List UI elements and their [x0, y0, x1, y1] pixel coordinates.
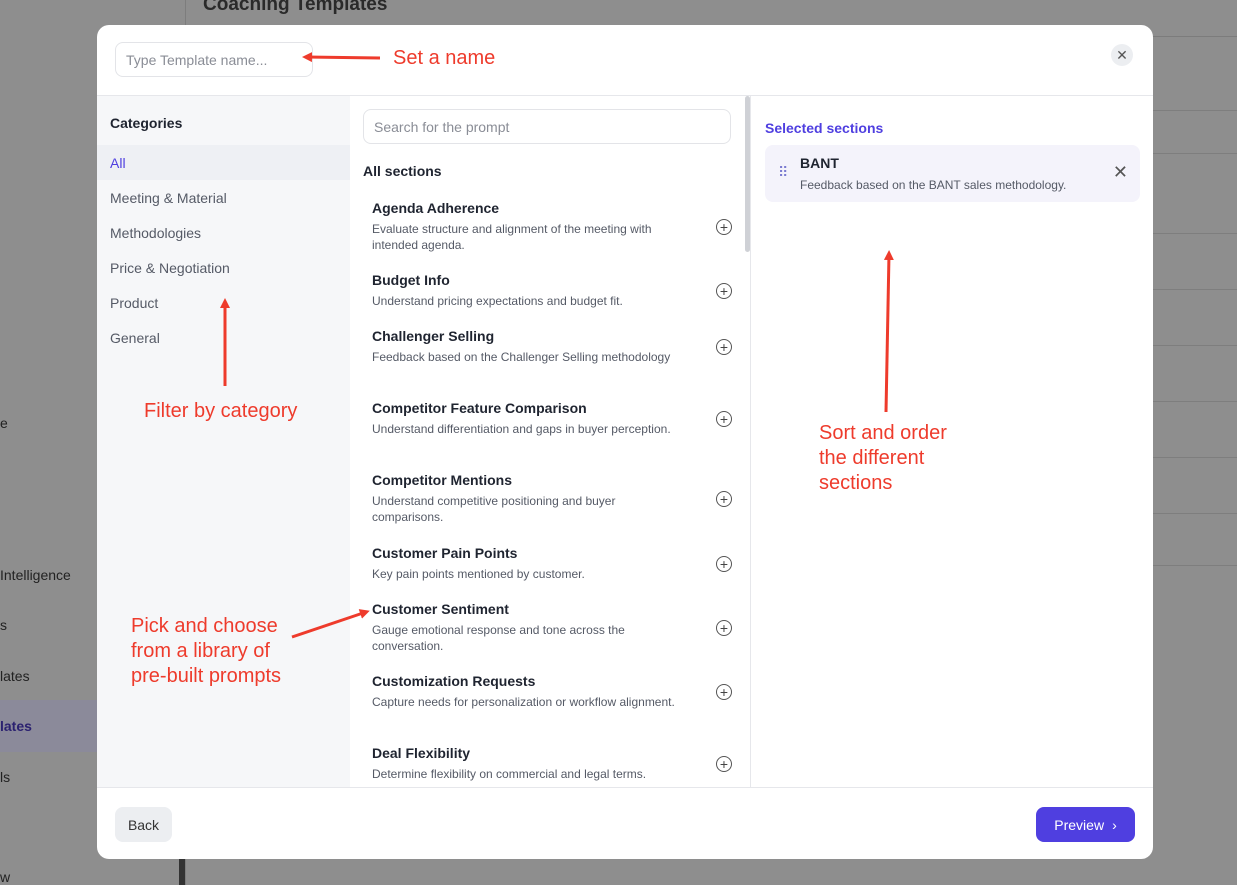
prompt-item-challenger-selling[interactable]: Challenger Selling Feedback based on the…: [372, 328, 742, 365]
prompt-item-customer-pain-points[interactable]: Customer Pain Points Key pain points men…: [372, 545, 742, 582]
table-row-divider: [1153, 289, 1237, 290]
add-circle-icon[interactable]: +: [716, 619, 732, 636]
close-icon: ✕: [1116, 46, 1128, 63]
prompt-item-customization-requests[interactable]: Customization Requests Capture needs for…: [372, 673, 742, 710]
sidebar-item: s: [0, 617, 7, 633]
table-row-divider: [1153, 110, 1237, 111]
prompt-item-budget-info[interactable]: Budget Info Understand pricing expectati…: [372, 272, 742, 309]
prompt-description: Key pain points mentioned by customer.: [372, 567, 585, 581]
add-circle-icon[interactable]: +: [716, 683, 732, 700]
sidebar-scrollbar: [179, 855, 185, 885]
selected-item-bant[interactable]: ⠿ BANT Feedback based on the BANT sales …: [765, 145, 1140, 202]
annotation-set-name: Set a name: [393, 47, 496, 69]
prompt-item-agenda-adherence[interactable]: Agenda Adherence Evaluate structure and …: [372, 200, 742, 253]
preview-button[interactable]: Preview ›: [1036, 807, 1135, 842]
table-row-divider: [1153, 513, 1237, 514]
annotation-sort: Sort and order the different sections: [819, 422, 947, 494]
selected-item-title: BANT: [800, 155, 839, 171]
category-methodologies[interactable]: Methodologies: [97, 215, 350, 250]
drag-handle-icon[interactable]: ⠿: [778, 165, 788, 179]
table-row-divider: [1153, 565, 1237, 566]
add-circle-icon[interactable]: +: [716, 555, 732, 572]
prompt-description: Feedback based on the Challenger Selling…: [372, 350, 671, 364]
close-button[interactable]: ✕: [1111, 44, 1133, 66]
prompt-title: Customization Requests: [372, 673, 536, 689]
add-circle-icon[interactable]: +: [716, 410, 732, 427]
sidebar-item: lates: [0, 668, 30, 684]
category-product[interactable]: Product: [97, 285, 350, 320]
modal-header: ✕: [97, 25, 1153, 96]
add-circle-icon[interactable]: +: [716, 490, 732, 507]
category-all[interactable]: All: [97, 145, 350, 180]
table-row-divider: [1153, 457, 1237, 458]
prompt-title: Competitor Mentions: [372, 472, 512, 488]
page-title: Coaching Templates: [203, 0, 388, 15]
prompt-description: Understand competitive positioning and b…: [372, 494, 616, 524]
sidebar-item: e: [0, 415, 8, 431]
prompt-title: Customer Pain Points: [372, 545, 518, 561]
table-row-divider: [1153, 345, 1237, 346]
sidebar-item-active: lates: [0, 718, 32, 734]
table-row-divider: [1153, 233, 1237, 234]
category-meeting-material[interactable]: Meeting & Material: [97, 180, 350, 215]
add-circle-icon[interactable]: +: [716, 218, 732, 235]
prompt-title: Customer Sentiment: [372, 601, 509, 617]
add-circle-icon[interactable]: +: [716, 282, 732, 299]
modal-footer: Back Preview ›: [97, 787, 1153, 859]
prompt-description: Evaluate structure and alignment of the …: [372, 222, 652, 252]
prompt-title: Agenda Adherence: [372, 200, 500, 216]
table-row-divider: [1153, 153, 1237, 154]
annotation-pick: Pick and choose from a library of pre-bu…: [131, 615, 282, 687]
annotation-filter: Filter by category: [144, 400, 298, 422]
back-button[interactable]: Back: [115, 807, 172, 842]
template-name-input[interactable]: [115, 42, 313, 77]
sidebar-item: Intelligence: [0, 567, 71, 583]
add-circle-icon[interactable]: +: [716, 338, 732, 355]
prompt-item-deal-flexibility[interactable]: Deal Flexibility Determine flexibility o…: [372, 745, 742, 782]
prompt-library-panel: All sections Agenda Adherence Evaluate s…: [350, 96, 751, 787]
category-price-negotiation[interactable]: Price & Negotiation: [97, 250, 350, 285]
categories-heading: Categories: [110, 115, 183, 131]
remove-icon[interactable]: ✕: [1113, 163, 1128, 181]
selected-sections-panel: Selected sections ⠿ BANT Feedback based …: [752, 96, 1153, 787]
prompt-item-competitor-mentions[interactable]: Competitor Mentions Understand competiti…: [372, 472, 742, 525]
prompt-description: Understand differentiation and gaps in b…: [372, 422, 671, 436]
chevron-right-icon: ›: [1112, 816, 1117, 833]
library-scrollbar[interactable]: [745, 96, 750, 252]
prompt-description: Gauge emotional response and tone across…: [372, 623, 625, 653]
prompt-item-customer-sentiment[interactable]: Customer Sentiment Gauge emotional respo…: [372, 601, 742, 654]
preview-label: Preview: [1054, 816, 1105, 833]
add-circle-icon[interactable]: +: [716, 755, 732, 772]
all-sections-heading: All sections: [363, 163, 442, 179]
category-general[interactable]: General: [97, 320, 350, 355]
prompt-title: Budget Info: [372, 272, 450, 288]
prompt-description: Capture needs for personalization or wor…: [372, 695, 675, 709]
selected-item-description: Feedback based on the BANT sales methodo…: [800, 178, 1067, 192]
prompt-title: Deal Flexibility: [372, 745, 471, 761]
prompt-description: Understand pricing expectations and budg…: [372, 294, 623, 308]
prompt-description: Determine flexibility on commercial and …: [372, 767, 647, 781]
prompt-search-input[interactable]: [363, 109, 731, 144]
table-row-divider: [1153, 401, 1237, 402]
prompt-item-competitor-feature-comparison[interactable]: Competitor Feature Comparison Understand…: [372, 400, 742, 437]
sidebar-item: w: [0, 869, 11, 885]
template-builder-modal: ✕ Categories All Meeting & Material Meth…: [97, 25, 1153, 859]
prompt-title: Competitor Feature Comparison: [372, 400, 587, 416]
selected-sections-heading: Selected sections: [765, 120, 884, 136]
prompt-title: Challenger Selling: [372, 328, 495, 344]
sidebar-item: ls: [0, 769, 11, 785]
